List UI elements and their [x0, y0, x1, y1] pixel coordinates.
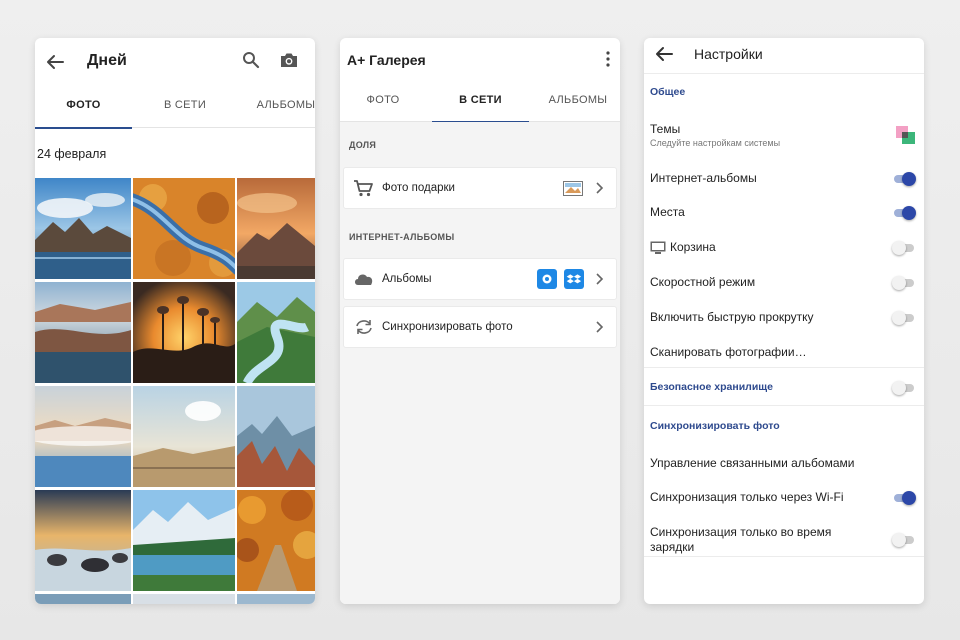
trash-setting: Корзина: [670, 240, 716, 254]
albums-row[interactable]: Альбомы: [343, 258, 617, 300]
cloud-icon: [355, 274, 373, 285]
tab-albums[interactable]: АЛЬБОМЫ: [536, 82, 620, 122]
gallery-app-bar: Дней: [35, 38, 315, 86]
camera-icon[interactable]: [279, 51, 299, 69]
charging-only-setting: Синхронизация только во время: [650, 525, 832, 539]
charging-only-toggle[interactable]: [892, 533, 916, 547]
photo-thumbnail[interactable]: [237, 178, 315, 279]
shopping-cart-icon: [354, 180, 373, 197]
trash-toggle[interactable]: [892, 241, 916, 255]
photo-grid: [35, 178, 315, 604]
manage-linked-albums-setting[interactable]: Управление связанными альбомами: [650, 456, 854, 470]
internet-albums-toggle[interactable]: [892, 172, 916, 186]
photo-thumbnail[interactable]: [133, 490, 235, 591]
section-share-label: ДОЛЯ: [349, 140, 377, 150]
speed-mode-setting: Скоростной режим: [650, 275, 756, 289]
more-vert-icon[interactable]: [602, 50, 614, 68]
wifi-only-setting: Синхронизация только через Wi-Fi: [650, 490, 844, 504]
online-app-bar: A+ Галерея: [340, 38, 620, 82]
online-content: ДОЛЯ Фото подарки ИНТЕРНЕТ-АЛЬБОМЫ Альбо…: [340, 122, 620, 604]
divider: [644, 556, 924, 557]
gallery-screen: Дней ФОТО В СЕТИ АЛЬБОМЫ 24 февраля: [35, 38, 315, 604]
tab-photos[interactable]: ФОТО: [340, 82, 426, 122]
cloud-service-icon[interactable]: [537, 269, 557, 289]
fast-scroll-toggle[interactable]: [892, 311, 916, 325]
search-icon[interactable]: [242, 51, 260, 69]
photo-thumbnail[interactable]: [237, 386, 315, 487]
photo-thumbnail[interactable]: [35, 594, 131, 604]
wifi-only-toggle[interactable]: [892, 491, 916, 505]
photo-gifts-label: Фото подарки: [382, 182, 455, 194]
photo-thumbnail[interactable]: [35, 490, 131, 591]
scan-photos-setting[interactable]: Сканировать фотографии…: [650, 345, 807, 359]
online-tabs: ФОТО В СЕТИ АЛЬБОМЫ: [340, 82, 620, 123]
photo-gifts-row[interactable]: Фото подарки: [343, 167, 617, 209]
page-title: Дней: [87, 52, 127, 69]
settings-app-bar: Настройки: [644, 38, 924, 74]
photo-thumbnail[interactable]: [35, 386, 131, 487]
photo-thumbnail[interactable]: [237, 490, 315, 591]
back-arrow-icon[interactable]: [652, 44, 676, 64]
sync-icon: [356, 320, 372, 334]
settings-screen: Настройки Общее Темы Следуйте настройкам…: [644, 38, 924, 604]
online-screen: A+ Галерея ФОТО В СЕТИ АЛЬБОМЫ ДОЛЯ Фото…: [340, 38, 620, 604]
tab-albums[interactable]: АЛЬБОМЫ: [241, 86, 315, 128]
photo-thumbnail[interactable]: [35, 282, 131, 383]
divider: [644, 405, 924, 406]
photo-thumbnail[interactable]: [237, 282, 315, 383]
photo-thumbnail[interactable]: [133, 386, 235, 487]
themes-subtitle: Следуйте настройкам системы: [650, 138, 781, 148]
photo-thumbnail[interactable]: [133, 178, 235, 279]
divider: [644, 367, 924, 368]
secure-storage-header: Безопасное хранилище: [650, 381, 774, 393]
section-general-header: Общее: [650, 86, 686, 98]
date-group-label: 24 февраля: [37, 147, 107, 161]
places-setting: Места: [650, 205, 685, 219]
tab-photos[interactable]: ФОТО: [35, 86, 132, 129]
theme-colors-icon: [896, 126, 915, 144]
photo-thumbnail[interactable]: [237, 594, 315, 604]
chevron-right-icon: [596, 182, 604, 194]
dropbox-icon[interactable]: [564, 269, 584, 289]
chevron-right-icon: [596, 321, 604, 333]
sync-photos-row[interactable]: Синхронизировать фото: [343, 306, 617, 348]
chevron-right-icon: [596, 273, 604, 285]
speed-mode-toggle[interactable]: [892, 276, 916, 290]
back-arrow-icon[interactable]: [43, 52, 67, 72]
section-sync-header: Синхронизировать фото: [650, 420, 780, 432]
photo-thumbnail[interactable]: [133, 282, 235, 383]
albums-label: Альбомы: [382, 273, 432, 285]
photo-print-icon: [563, 181, 583, 196]
themes-setting[interactable]: Темы: [650, 122, 680, 136]
page-title: Настройки: [694, 46, 763, 62]
places-toggle[interactable]: [892, 206, 916, 220]
fast-scroll-setting: Включить быструю прокрутку: [650, 310, 814, 324]
photo-thumbnail[interactable]: [35, 178, 131, 279]
internet-albums-setting: Интернет-альбомы: [650, 171, 757, 185]
photo-thumbnail[interactable]: [133, 594, 235, 604]
gallery-tabs: ФОТО В СЕТИ АЛЬБОМЫ: [35, 86, 315, 129]
tab-online[interactable]: В СЕТИ: [432, 82, 529, 123]
secure-storage-toggle[interactable]: [892, 381, 916, 395]
page-title: A+ Галерея: [347, 52, 426, 68]
section-internet-albums-label: ИНТЕРНЕТ-АЛЬБОМЫ: [349, 232, 455, 242]
sync-photos-label: Синхронизировать фото: [382, 321, 513, 333]
monitor-icon: [650, 241, 666, 254]
tab-online[interactable]: В СЕТИ: [137, 86, 233, 128]
charging-only-setting-line2: зарядки: [650, 540, 695, 554]
